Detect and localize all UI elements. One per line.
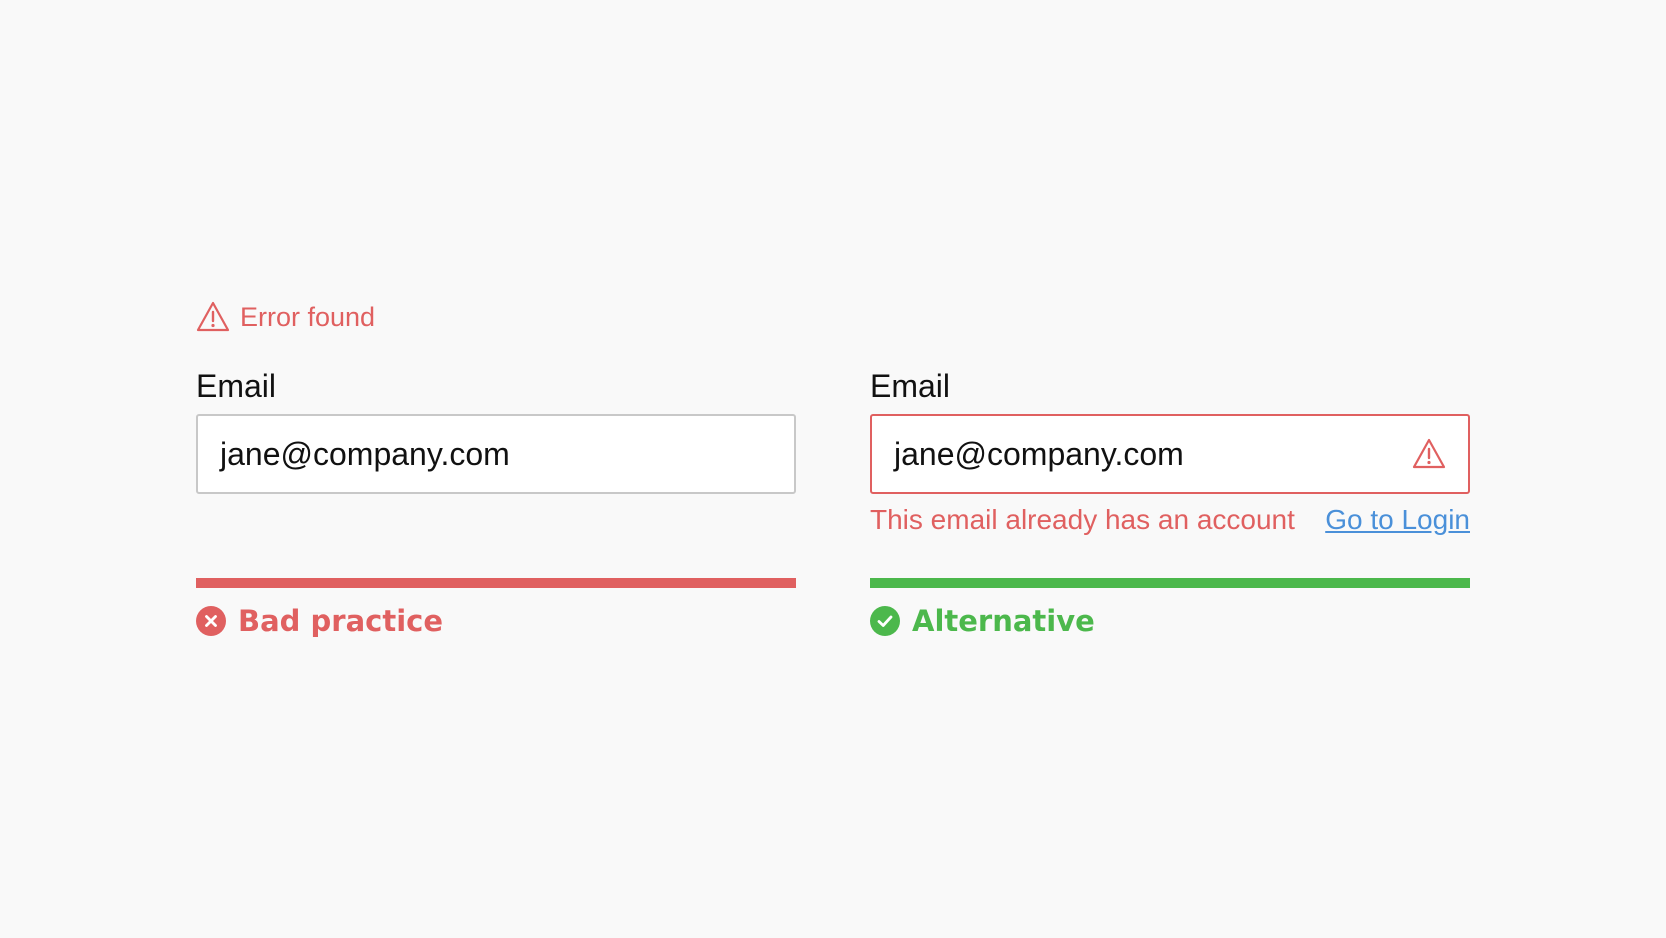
warning-icon — [196, 300, 230, 334]
x-circle-icon — [196, 606, 226, 636]
bad-practice-bar — [196, 578, 796, 588]
bad-practice-verdict: Bad practice — [196, 604, 443, 638]
go-to-login-link[interactable]: Go to Login — [1325, 502, 1470, 538]
error-banner: Error found — [196, 299, 375, 335]
email-label: Email — [870, 368, 951, 404]
check-circle-icon — [870, 606, 900, 636]
email-error-message: This email already has an account — [870, 504, 1295, 535]
email-helper-row: This email already has an account Go to … — [870, 502, 1470, 538]
alternative-verdict: Alternative — [870, 604, 1095, 638]
email-field-value[interactable]: jane@company.com — [220, 436, 772, 473]
email-field-value[interactable]: jane@company.com — [894, 436, 1412, 473]
error-banner-text: Error found — [240, 301, 376, 332]
warning-icon — [1412, 437, 1446, 471]
bad-practice-label: Bad practice — [238, 604, 444, 638]
email-field[interactable]: jane@company.com — [196, 414, 796, 494]
alternative-bar — [870, 578, 1470, 588]
email-field-error[interactable]: jane@company.com — [870, 414, 1470, 494]
email-label: Email — [196, 368, 277, 404]
alternative-label: Alternative — [912, 604, 1095, 638]
